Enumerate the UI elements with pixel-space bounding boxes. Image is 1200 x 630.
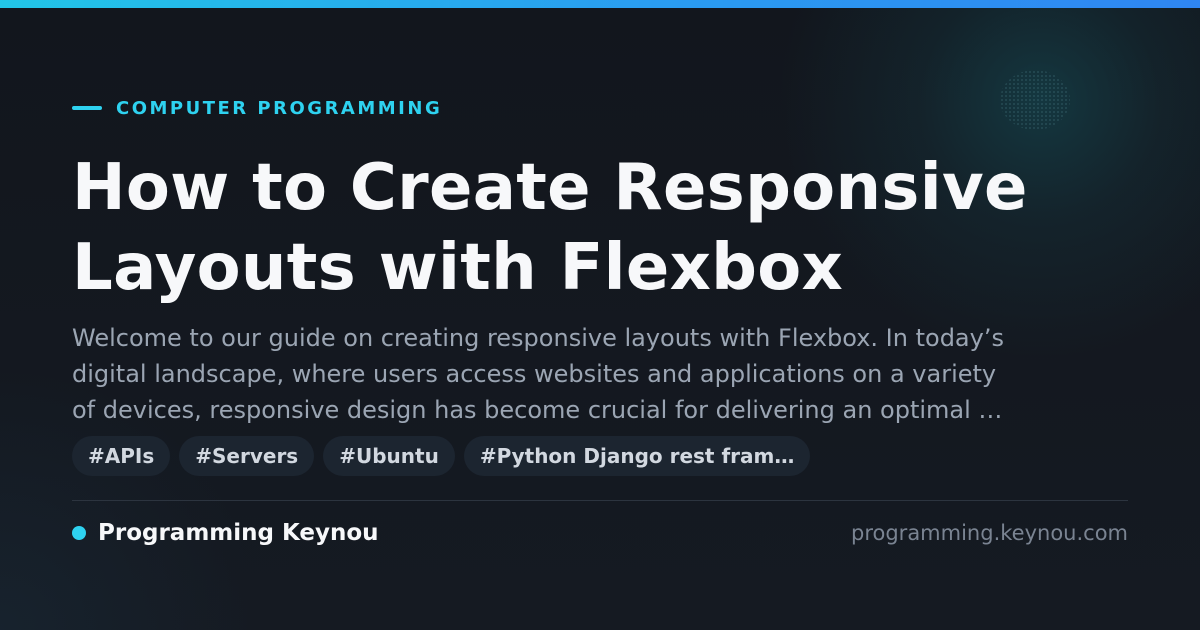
footer-divider [72, 500, 1128, 501]
excerpt-line: digital landscape, where users access we… [72, 360, 997, 388]
tag-apis: #APIs [72, 436, 171, 476]
excerpt-line: of devices, responsive design has become… [72, 396, 1003, 424]
category-label: COMPUTER PROGRAMMING [116, 97, 443, 119]
tag-python-django-rest-framework: #Python Django rest fram… [463, 436, 811, 476]
brand: Programming Keynou [72, 518, 379, 548]
site-domain: programming.keynou.com [851, 521, 1128, 545]
dot-icon [72, 526, 86, 540]
brand-name: Programming Keynou [98, 520, 379, 546]
share-card: COMPUTER PROGRAMMING How to Create Respo… [0, 0, 1200, 630]
tag-ubuntu: #Ubuntu [323, 436, 455, 476]
page-title: How to Create Responsive Layouts with Fl… [72, 148, 1132, 308]
tag-servers: #Servers [179, 436, 315, 476]
dash-icon [72, 106, 102, 110]
excerpt-line: Welcome to our guide on creating respons… [72, 324, 1004, 352]
article-excerpt: Welcome to our guide on creating respons… [72, 320, 1102, 428]
category-label-row: COMPUTER PROGRAMMING [72, 96, 442, 120]
title-line: Layouts with Flexbox [72, 231, 844, 305]
dot-texture-decoration [1000, 70, 1070, 130]
title-line: How to Create Responsive [72, 151, 1028, 225]
accent-top-bar [0, 0, 1200, 8]
tag-list: #APIs #Servers #Ubuntu #Python Django re… [72, 436, 811, 476]
